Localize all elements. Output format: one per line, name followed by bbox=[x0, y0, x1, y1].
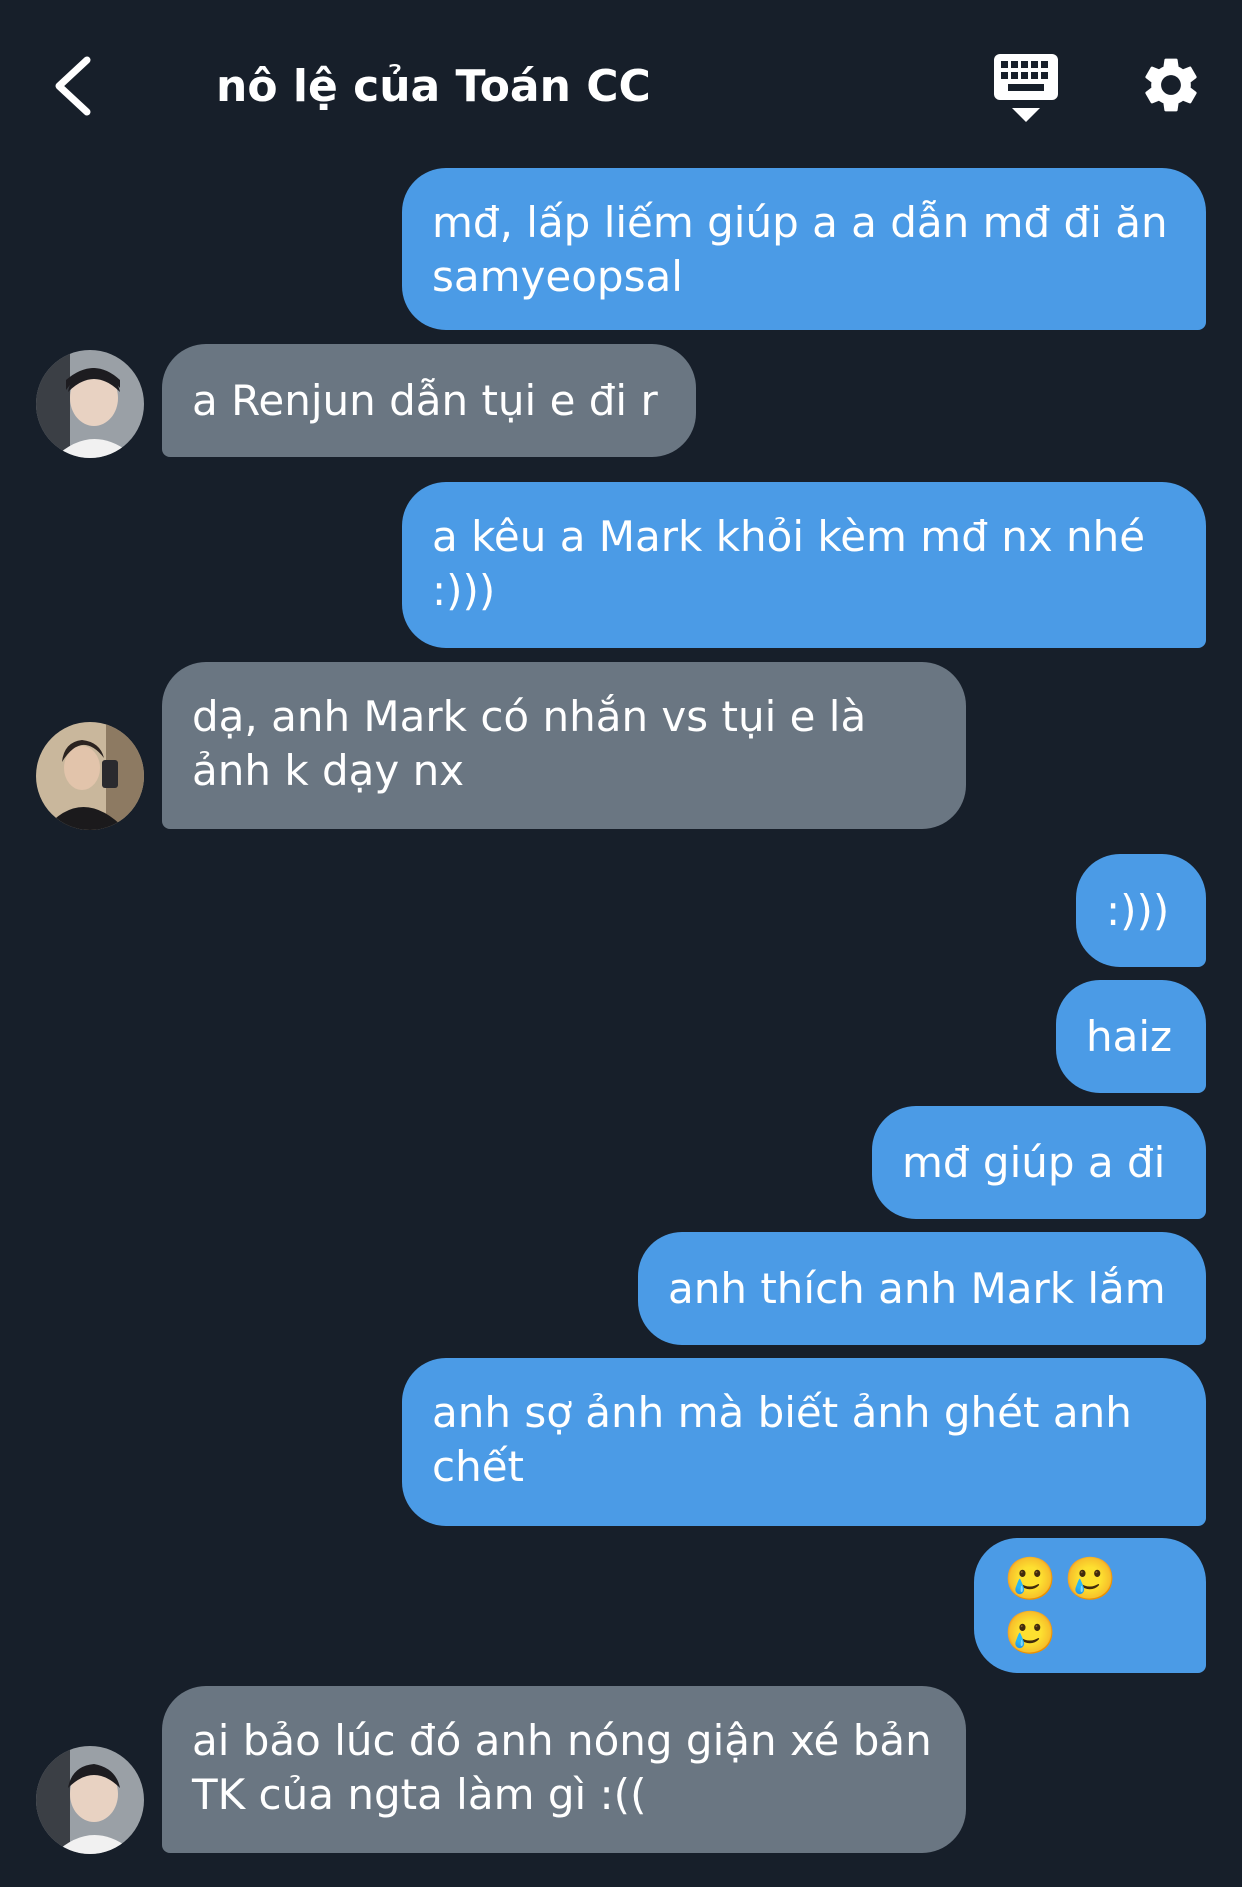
chevron-left-icon bbox=[55, 56, 91, 116]
message-bubble-sent[interactable]: a kêu a Mark khỏi kèm mđ nx nhé :))) bbox=[402, 482, 1206, 648]
message-text: mđ giúp a đi bbox=[902, 1137, 1166, 1187]
message-text: :))) bbox=[1106, 885, 1170, 935]
message-bubble-received[interactable]: a Renjun dẫn tụi e đi r bbox=[162, 344, 696, 457]
message-bubble-sent[interactable]: anh sợ ảnh mà biết ảnh ghét anh chết bbox=[402, 1358, 1206, 1526]
keyboard-icon bbox=[994, 54, 1058, 122]
message-bubble-sent[interactable]: mđ giúp a đi bbox=[872, 1106, 1206, 1219]
message-bubble-sent[interactable]: haiz bbox=[1056, 980, 1206, 1093]
message-text: anh thích anh Mark lắm bbox=[668, 1263, 1166, 1313]
message-bubble-sent[interactable]: 🥲🥲🥲 bbox=[974, 1538, 1206, 1673]
message-bubble-sent[interactable]: :))) bbox=[1076, 854, 1206, 967]
message-text: a kêu a Mark khỏi kèm mđ nx nhé :))) bbox=[432, 512, 1146, 615]
avatar[interactable] bbox=[36, 1746, 144, 1854]
chat-screen: nô lệ của Toán CC mđ, lấp liếm giúp a a … bbox=[0, 0, 1242, 1887]
message-text: anh sợ ảnh mà biết ảnh ghét anh chết bbox=[432, 1388, 1132, 1491]
message-text: mđ, lấp liếm giúp a a dẫn mđ đi ăn samye… bbox=[432, 198, 1168, 301]
message-bubble-sent[interactable]: anh thích anh Mark lắm bbox=[638, 1232, 1206, 1345]
settings-button[interactable] bbox=[1138, 52, 1204, 118]
gear-icon bbox=[1145, 58, 1197, 112]
chat-title: nô lệ của Toán CC bbox=[216, 61, 651, 112]
avatar-photo-icon bbox=[36, 722, 144, 830]
message-text: 🥲🥲🥲 bbox=[1004, 1553, 1125, 1657]
message-bubble-received[interactable]: ai bảo lúc đó anh nóng giận xé bản TK củ… bbox=[162, 1686, 966, 1853]
message-bubble-received[interactable]: dạ, anh Mark có nhắn vs tụi e là ảnh k d… bbox=[162, 662, 966, 829]
chat-header: nô lệ của Toán CC bbox=[0, 0, 1242, 165]
avatar[interactable] bbox=[36, 722, 144, 830]
avatar-photo-icon bbox=[36, 1746, 144, 1854]
message-text: dạ, anh Mark có nhắn vs tụi e là ảnh k d… bbox=[192, 692, 867, 795]
avatar[interactable] bbox=[36, 350, 144, 458]
message-text: ai bảo lúc đó anh nóng giận xé bản TK củ… bbox=[192, 1716, 932, 1819]
message-text: haiz bbox=[1086, 1011, 1173, 1061]
message-text: a Renjun dẫn tụi e đi r bbox=[192, 375, 658, 425]
back-button[interactable] bbox=[38, 48, 108, 124]
keyboard-button[interactable] bbox=[990, 50, 1062, 126]
avatar-photo-icon bbox=[36, 350, 144, 458]
message-bubble-sent[interactable]: mđ, lấp liếm giúp a a dẫn mđ đi ăn samye… bbox=[402, 168, 1206, 330]
